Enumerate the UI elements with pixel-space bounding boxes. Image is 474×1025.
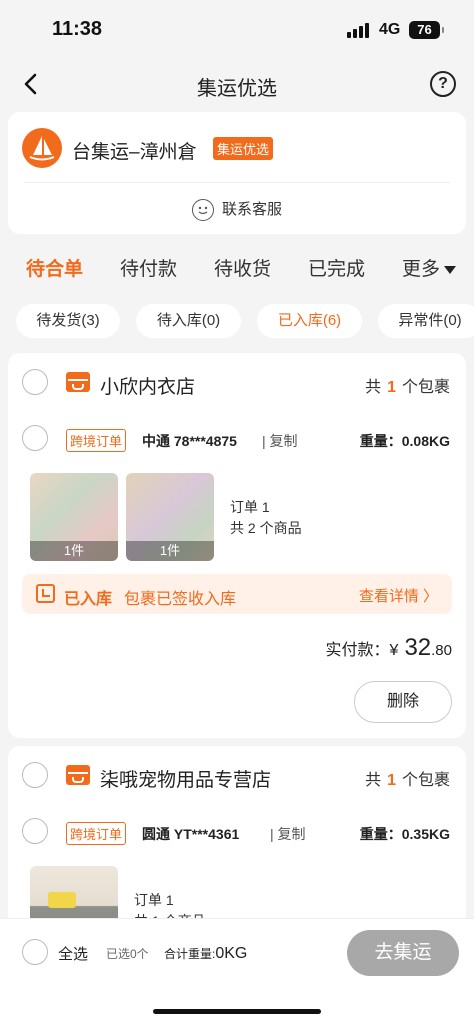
delete-button[interactable]: 删除 bbox=[354, 681, 452, 723]
order-line: 订单 1 bbox=[134, 892, 174, 908]
product-thumbnail[interactable]: 1件 bbox=[30, 473, 118, 561]
cross-border-tag: 跨境订单 bbox=[66, 429, 127, 452]
shop-icon bbox=[66, 765, 90, 785]
tab-pending-payment[interactable]: 待付款 bbox=[120, 254, 177, 281]
subtab-stored[interactable]: 已入库(6) bbox=[257, 304, 362, 338]
divider bbox=[24, 182, 450, 183]
status-time: 11:38 bbox=[52, 18, 103, 40]
warehouse-name[interactable]: 台集运–漳州倉 bbox=[72, 137, 197, 164]
home-indicator bbox=[153, 1009, 321, 1014]
package-select-radio[interactable] bbox=[22, 818, 48, 844]
package-count: 共 1 个包裹 bbox=[365, 772, 450, 789]
tab-more-label: 更多 bbox=[402, 259, 441, 280]
tracking-number: 中通 78***4875 bbox=[142, 433, 237, 449]
signal-icon bbox=[347, 22, 369, 38]
item-quantity: 1件 bbox=[126, 541, 214, 561]
shop-select-radio[interactable] bbox=[22, 762, 48, 788]
storage-status-bar[interactable]: 已入库 包裹已签收入库 查看详情 〉 bbox=[22, 574, 452, 614]
consolidate-button[interactable]: 去集运 bbox=[347, 930, 459, 976]
order-status-tabs: 待合单 待付款 待收货 已完成 更多 bbox=[0, 250, 474, 284]
copy-button[interactable]: | 复制 bbox=[262, 431, 298, 451]
view-details-link[interactable]: 查看详情 〉 bbox=[359, 585, 438, 606]
select-all-label[interactable]: 全选 bbox=[58, 943, 88, 964]
subtab-pending-ship[interactable]: 待发货(3) bbox=[16, 304, 120, 338]
tracking-number: 圆通 YT***4361 bbox=[142, 826, 240, 842]
order-line: 订单 1 bbox=[230, 499, 270, 515]
order-card: 小欣内衣店 共 1 个包裹 跨境订单 中通 78***4875 | 复制 重量：0.… bbox=[8, 353, 466, 738]
package-select-radio[interactable] bbox=[22, 425, 48, 451]
item-quantity: 1件 bbox=[30, 541, 118, 561]
order-summary: 订单 1 共 2 个商品 bbox=[230, 497, 302, 539]
status-bar: 11:38 4G 76 bbox=[0, 0, 474, 60]
network-type: 4G bbox=[379, 21, 401, 38]
contact-service-button[interactable]: 联系客服 bbox=[8, 198, 466, 222]
warehouse-logo bbox=[22, 128, 62, 168]
copy-button[interactable]: | 复制 bbox=[270, 824, 306, 844]
order-card: 柒哦宠物用品专营店 共 1 个包裹 跨境订单 圆通 YT***4361 | 复制 重… bbox=[8, 746, 466, 926]
shop-icon bbox=[66, 372, 90, 392]
page-title: 集运优选 bbox=[197, 78, 277, 100]
product-thumbnail[interactable] bbox=[30, 866, 118, 926]
selected-count: 已选0个 bbox=[106, 947, 149, 961]
cross-border-tag: 跨境订单 bbox=[66, 822, 127, 845]
product-thumbnail[interactable]: 1件 bbox=[126, 473, 214, 561]
caret-down-icon bbox=[444, 265, 457, 274]
help-icon[interactable]: ? bbox=[430, 71, 456, 97]
bottom-action-bar: 全选 已选0个 合计重量:0KG 去集运 bbox=[0, 918, 474, 1025]
select-all-radio[interactable] bbox=[22, 939, 48, 965]
subtab-exception[interactable]: 异常件(0) bbox=[378, 304, 474, 338]
package-icon bbox=[36, 584, 55, 603]
package-count: 共 1 个包裹 bbox=[365, 379, 450, 396]
status-label: 已入库 bbox=[64, 591, 113, 608]
product-image-detail bbox=[48, 892, 76, 908]
nav-header: 集运优选 ? bbox=[0, 60, 474, 110]
service-icon bbox=[191, 199, 214, 222]
total-weight: 合计重量:0KG bbox=[164, 945, 248, 962]
tab-completed[interactable]: 已完成 bbox=[308, 254, 365, 281]
package-weight: 重量：0.08KG bbox=[359, 433, 450, 449]
goods-line: 共 2 个商品 bbox=[230, 520, 302, 536]
package-weight: 重量：0.35KG bbox=[359, 826, 450, 842]
paid-amount: 实付款：¥ 32.80 bbox=[325, 634, 452, 661]
shop-name[interactable]: 小欣内衣店 bbox=[100, 372, 195, 399]
shop-name[interactable]: 柒哦宠物用品专营店 bbox=[100, 765, 271, 792]
tab-pending-merge[interactable]: 待合单 bbox=[26, 254, 83, 281]
subtab-pending-storage[interactable]: 待入库(0) bbox=[136, 304, 241, 338]
warehouse-tag: 集运优选 bbox=[213, 137, 274, 160]
tab-more[interactable]: 更多 bbox=[402, 254, 457, 281]
service-label: 联系客服 bbox=[221, 201, 282, 218]
tab-pending-receipt[interactable]: 待收货 bbox=[214, 254, 271, 281]
shop-select-radio[interactable] bbox=[22, 369, 48, 395]
status-description: 包裹已签收入库 bbox=[124, 591, 237, 608]
warehouse-card: 台集运–漳州倉 集运优选 联系客服 bbox=[8, 112, 466, 234]
battery-icon: 76 bbox=[409, 21, 444, 39]
